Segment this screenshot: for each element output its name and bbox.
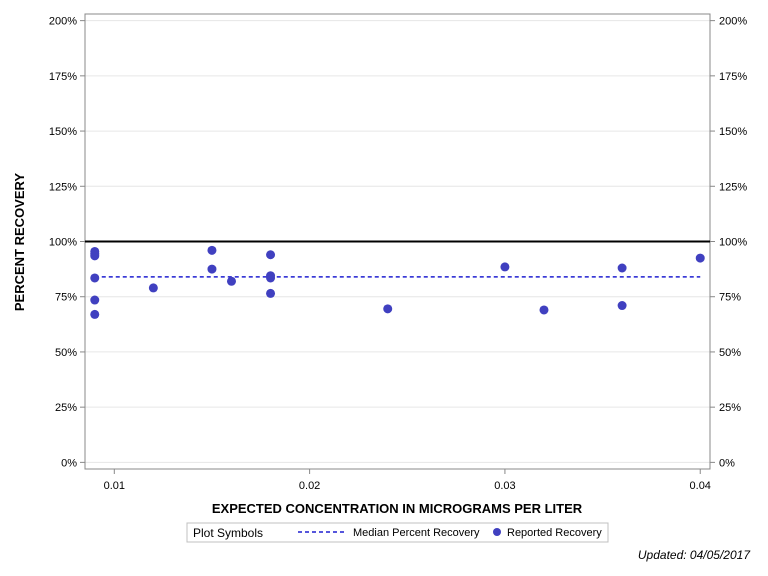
y-tick-label-right: 25% (719, 402, 741, 414)
y-tick-label-left: 25% (55, 402, 77, 414)
data-point (500, 262, 510, 272)
data-point (539, 305, 549, 315)
y-tick-label-right: 75% (719, 292, 741, 304)
y-tick-label-right: 50% (719, 347, 741, 359)
data-point (617, 263, 627, 273)
data-point (90, 309, 100, 319)
x-tick-label: 0.04 (690, 480, 711, 492)
y-tick-label-right: 150% (719, 126, 747, 138)
data-point (617, 301, 627, 311)
y-tick-label-left: 100% (49, 237, 77, 249)
legend-recovery-label: Reported Recovery (507, 527, 602, 539)
y-tick-label-right: 125% (719, 181, 747, 193)
y-tick-label-left: 175% (49, 71, 77, 83)
data-point (148, 283, 158, 293)
y-tick-label-left: 50% (55, 347, 77, 359)
data-point (90, 295, 100, 305)
data-point (266, 273, 276, 283)
legend: Plot Symbols Median Percent Recovery Rep… (186, 522, 609, 543)
recovery-chart: 0% 25% 50% 75% 100% 125% 150% 175% 200% 0% 25% 50%… (12, 13, 747, 543)
y-tick-label-left: 0% (61, 457, 77, 469)
data-point (90, 251, 100, 261)
x-tick-label: 0.01 (104, 480, 125, 492)
data-point (695, 253, 705, 263)
data-point (207, 264, 217, 274)
y-tick-label-left: 200% (49, 16, 77, 28)
data-point (207, 245, 217, 255)
y-tick-label-right: 100% (719, 237, 747, 249)
y-axis-left: 0% 25% 50% 75% 100% 125% 150% 175% 200% (49, 16, 85, 469)
y-tick-label-left: 75% (55, 292, 77, 304)
y-tick-label-right: 200% (719, 16, 747, 28)
data-point (90, 273, 100, 283)
y-axis-right: 0% 25% 50% 75% 100% 125% 150% 175% 200% (710, 16, 747, 469)
x-axis-title: EXPECTED CONCENTRATION IN MICROGRAMS PER… (212, 501, 583, 516)
y-tick-label-right: 175% (719, 71, 747, 83)
x-tick-label: 0.02 (299, 480, 320, 492)
data-point (383, 304, 393, 314)
reported-recovery-points (90, 245, 705, 319)
y-tick-label-right: 0% (719, 457, 735, 469)
y-tick-label-left: 150% (49, 126, 77, 138)
data-point (266, 288, 276, 298)
legend-median-label: Median Percent Recovery (353, 527, 480, 539)
y-tick-label-left: 125% (49, 181, 77, 193)
y-axis-title: PERCENT RECOVERY (12, 173, 27, 312)
x-tick-label: 0.03 (494, 480, 515, 492)
updated-date: Updated: 04/05/2017 (637, 548, 750, 562)
legend-recovery-marker (493, 528, 501, 536)
data-point (266, 250, 276, 260)
data-point (226, 276, 236, 286)
legend-title: Plot Symbols (193, 526, 263, 540)
x-axis: 0.01 0.02 0.03 0.04 (104, 469, 711, 492)
